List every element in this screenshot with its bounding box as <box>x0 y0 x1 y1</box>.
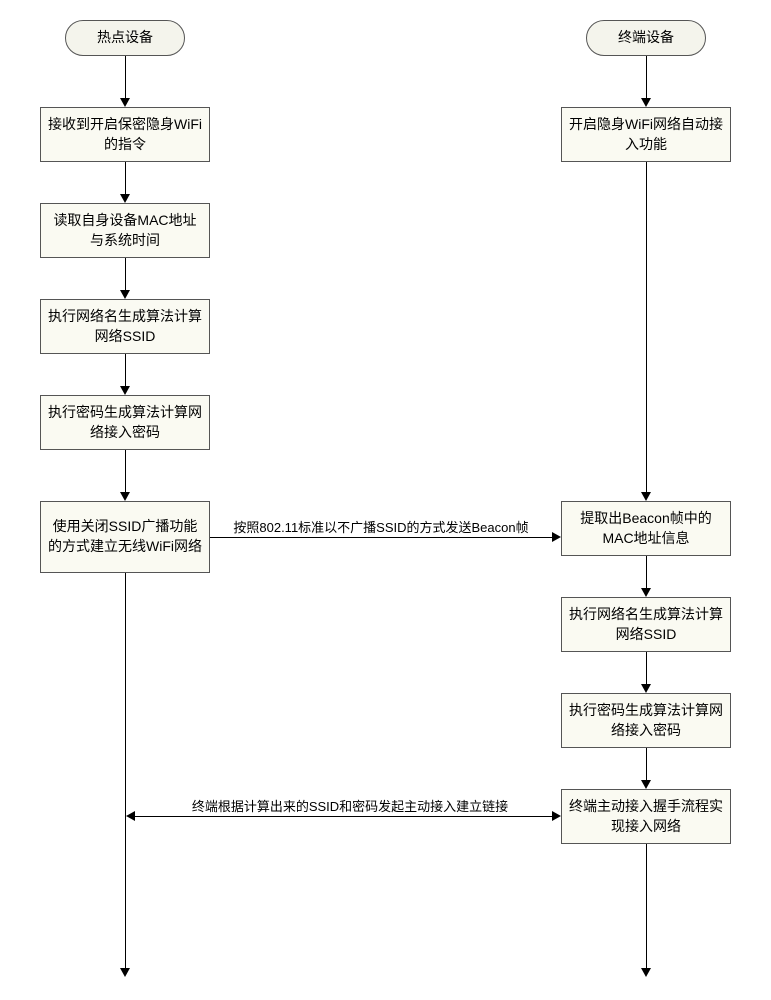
step-left-4: 执行密码生成算法计算网络接入密码 <box>40 395 210 450</box>
arrow <box>646 652 647 684</box>
handshake-arrow <box>135 816 552 817</box>
step-left-5: 使用关闭SSID广播功能的方式建立无线WiFi网络 <box>40 501 210 573</box>
label: 开启隐身WiFi网络自动接入功能 <box>568 115 724 154</box>
beacon-arrow <box>210 537 552 538</box>
arrow <box>125 258 126 290</box>
arrow-head <box>641 968 651 977</box>
step-right-1: 开启隐身WiFi网络自动接入功能 <box>561 107 731 162</box>
beacon-arrow-label: 按照802.11标准以不广播SSID的方式发送Beacon帧 <box>210 517 552 536</box>
label: 热点设备 <box>97 28 153 48</box>
arrow-head <box>641 98 651 107</box>
arrow <box>125 162 126 194</box>
arrow <box>125 354 126 386</box>
arrow-head <box>552 532 561 542</box>
step-left-2: 读取自身设备MAC地址与系统时间 <box>40 203 210 258</box>
arrow-head <box>552 811 561 821</box>
step-right-4: 执行密码生成算法计算网络接入密码 <box>561 693 731 748</box>
step-right-3: 执行网络名生成算法计算网络SSID <box>561 597 731 652</box>
arrow-head <box>126 811 135 821</box>
arrow-head <box>120 492 130 501</box>
hotspot-device-terminator: 热点设备 <box>65 20 185 56</box>
step-right-5: 终端主动接入握手流程实现接入网络 <box>561 789 731 844</box>
handshake-arrow-label: 终端根据计算出来的SSID和密码发起主动接入建立链接 <box>150 796 550 815</box>
arrow <box>125 56 126 98</box>
arrow <box>125 450 126 492</box>
arrow <box>646 748 647 780</box>
label: 执行密码生成算法计算网络接入密码 <box>568 701 724 740</box>
label: 终端设备 <box>618 28 674 48</box>
label: 读取自身设备MAC地址与系统时间 <box>47 211 203 250</box>
arrow <box>646 556 647 588</box>
arrow-head <box>120 98 130 107</box>
label: 执行网络名生成算法计算网络SSID <box>568 605 724 644</box>
arrow <box>646 162 647 492</box>
step-left-3: 执行网络名生成算法计算网络SSID <box>40 299 210 354</box>
label: 提取出Beacon帧中的MAC地址信息 <box>568 509 724 548</box>
label: 接收到开启保密隐身WiFi的指令 <box>47 115 203 154</box>
arrow-head <box>120 290 130 299</box>
arrow <box>646 56 647 98</box>
flowchart: 热点设备 接收到开启保密隐身WiFi的指令 读取自身设备MAC地址与系统时间 执… <box>20 20 751 980</box>
label: 执行密码生成算法计算网络接入密码 <box>47 403 203 442</box>
terminal-device-terminator: 终端设备 <box>586 20 706 56</box>
arrow <box>125 573 126 968</box>
label: 使用关闭SSID广播功能的方式建立无线WiFi网络 <box>47 517 203 556</box>
arrow-head <box>641 684 651 693</box>
label: 执行网络名生成算法计算网络SSID <box>47 307 203 346</box>
arrow-head <box>120 194 130 203</box>
step-right-2: 提取出Beacon帧中的MAC地址信息 <box>561 501 731 556</box>
arrow-head <box>641 780 651 789</box>
label: 终端主动接入握手流程实现接入网络 <box>568 797 724 836</box>
arrow-head <box>641 492 651 501</box>
arrow <box>646 844 647 968</box>
arrow-head <box>120 968 130 977</box>
arrow-head <box>641 588 651 597</box>
arrow-head <box>120 386 130 395</box>
step-left-1: 接收到开启保密隐身WiFi的指令 <box>40 107 210 162</box>
